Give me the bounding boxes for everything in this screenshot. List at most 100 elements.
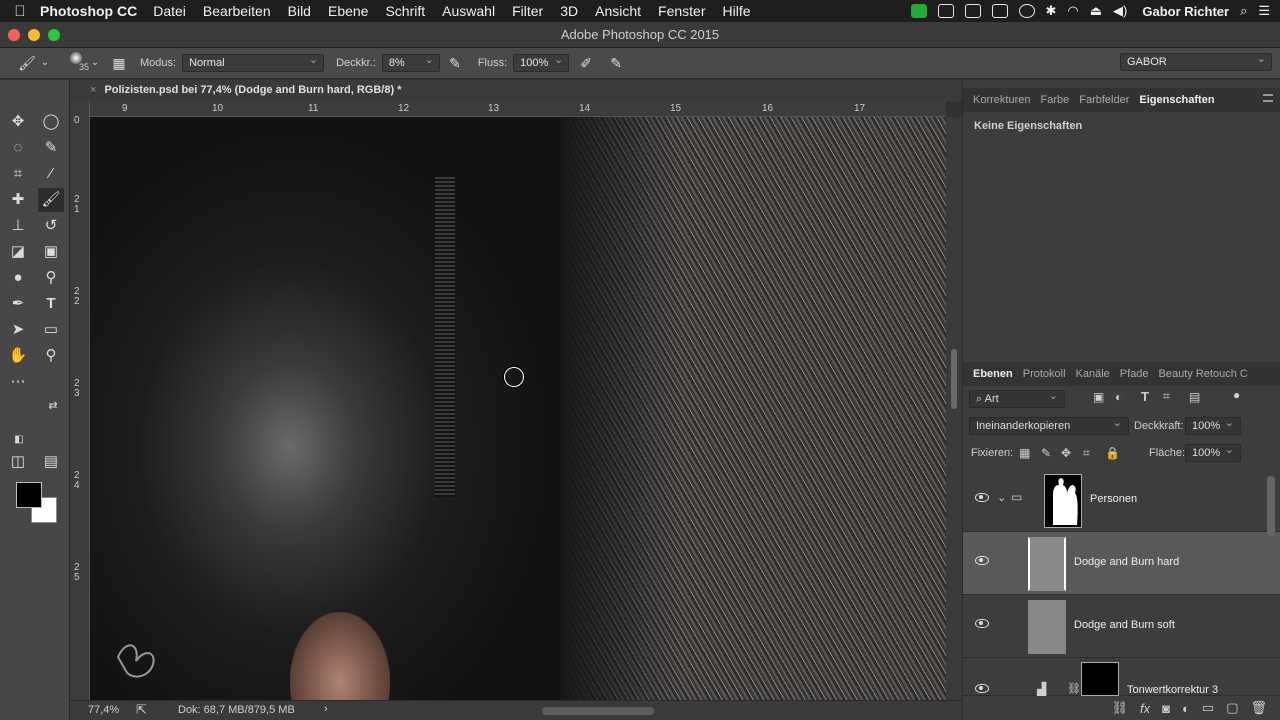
workspace-select[interactable]: GABOR (1120, 51, 1272, 71)
menu-fenster[interactable]: Fenster (658, 3, 705, 19)
rectangle-tool-icon[interactable]: ▭ (38, 318, 64, 342)
tool-preset-dropdown[interactable]: ⌄ (36, 54, 54, 72)
layer-link-icon[interactable]: ⛓ (1067, 682, 1081, 695)
tab-protokoll[interactable]: Protokoll (1018, 368, 1071, 380)
zoom-tool-icon[interactable]: ⚲ (38, 344, 64, 368)
layer-name[interactable]: Dodge and Burn soft (1074, 619, 1175, 631)
opacity-select[interactable]: 8% (381, 52, 440, 72)
horizontal-scroll-thumb[interactable] (542, 707, 654, 715)
menu-datei[interactable]: Datei (153, 3, 186, 19)
layer-thumbnail[interactable] (1028, 537, 1066, 591)
swap-colors-icon[interactable]: ⇄ (40, 394, 66, 418)
filter-smart-object-icon[interactable]: ▤ (1189, 390, 1200, 404)
group-expand-chevron-icon[interactable]: ⌄ (997, 491, 1006, 504)
filter-type-icon[interactable]: T (1141, 389, 1149, 404)
close-tab-icon[interactable]: × (90, 84, 96, 96)
more-tools-icon[interactable]: ⋯ (5, 370, 31, 394)
pressure-opacity-icon[interactable]: ✎ (446, 54, 464, 72)
stamp-tool-icon[interactable]: ⊥ (5, 214, 31, 238)
layer-style-fx-icon[interactable]: fx (1140, 701, 1150, 716)
menu-ansicht[interactable]: Ansicht (595, 3, 641, 19)
hand-tool-icon[interactable]: ✋ (5, 344, 31, 368)
time-machine-icon[interactable] (1018, 4, 1035, 18)
healing-brush-tool-icon[interactable]: ✚ (5, 188, 31, 212)
marquee-tool-icon[interactable]: ◯ (38, 110, 64, 134)
status-icon-1[interactable] (937, 4, 954, 18)
tab-ebenen[interactable]: Ebenen (968, 368, 1018, 380)
lock-position-icon[interactable]: ✥ (1061, 446, 1071, 460)
delete-layer-icon[interactable]: 🗑 (1250, 700, 1267, 716)
menu-ebene[interactable]: Ebene (328, 3, 368, 19)
panel-menu-icon[interactable] (1263, 94, 1273, 102)
filter-shape-icon[interactable]: ⌗ (1163, 389, 1170, 404)
zoom-window-button[interactable] (48, 29, 60, 41)
new-layer-icon[interactable]: ▢ (1226, 700, 1238, 716)
default-colors-icon[interactable]: ◧ (6, 428, 32, 452)
airbrush-icon[interactable]: ✐ (577, 54, 595, 72)
display-icon[interactable] (964, 4, 981, 18)
link-layers-icon[interactable]: ⛓ (1112, 700, 1129, 716)
pressure-size-icon[interactable]: ✎ (607, 54, 625, 72)
layer-row[interactable]: ⌄ ▭ Personen (963, 469, 1280, 532)
lock-artboard-icon[interactable]: ⌗ (1083, 446, 1090, 461)
history-brush-tool-icon[interactable]: ↺ (38, 214, 64, 238)
document-tab[interactable]: × Polizisten.psd bei 77,4% (Dodge and Bur… (78, 80, 401, 101)
tab-pfade[interactable]: Pfade (1115, 368, 1154, 380)
visibility-eye-icon[interactable] (975, 556, 989, 565)
menu-hilfe[interactable]: Hilfe (723, 3, 751, 19)
menu-bearbeiten[interactable]: Bearbeiten (203, 3, 271, 19)
layer-mask-thumbnail[interactable] (1081, 662, 1119, 696)
blur-tool-icon[interactable]: ● (5, 266, 31, 290)
crop-tool-icon[interactable]: ⌗ (5, 162, 31, 186)
quick-mask-icon[interactable]: ◫ (5, 450, 31, 474)
close-window-button[interactable] (8, 29, 20, 41)
layer-thumbnail[interactable] (1028, 600, 1066, 654)
layer-filter-select[interactable]: ⌕ Art (969, 388, 1065, 408)
volume-icon[interactable]: ◀) (1113, 3, 1127, 19)
layers-scroll-thumb[interactable] (1267, 476, 1275, 536)
screen-mode-icon[interactable]: ▤ (38, 450, 64, 474)
tab-kanaele[interactable]: Kanäle (1071, 368, 1115, 380)
quick-selection-tool-icon[interactable]: ✎ (38, 136, 64, 160)
battery-icon[interactable] (991, 4, 1008, 18)
new-adjustment-layer-icon[interactable]: ◐ (1182, 701, 1190, 716)
dodge-tool-icon[interactable]: ⚲ (38, 266, 64, 290)
vertical-ruler[interactable]: 0 2 1 2 2 2 3 2 4 2 5 (70, 101, 90, 700)
layer-row[interactable]: Dodge and Burn soft (963, 595, 1280, 658)
eject-icon[interactable]: ⏏ (1090, 3, 1102, 19)
apple-icon[interactable]:  (0, 3, 40, 20)
tab-beauty-retouch[interactable]: Beauty Retouch C (1154, 368, 1250, 380)
wifi-icon[interactable]: ◠ (1067, 3, 1078, 19)
gradient-tool-icon[interactable]: ▣ (38, 240, 64, 264)
brush-tool-icon[interactable]: 🖌 (18, 54, 36, 72)
tab-farbfelder[interactable]: Farbfelder (1074, 94, 1134, 106)
eraser-tool-icon[interactable]: ◪ (5, 240, 31, 264)
layer-name[interactable]: Dodge and Burn hard (1074, 556, 1179, 568)
tab-korrekturen[interactable]: Korrekturen (968, 94, 1035, 106)
app-menu[interactable]: Photoshop CC (40, 3, 137, 19)
horizontal-ruler[interactable]: 9 10 11 12 13 14 15 16 17 (90, 101, 946, 117)
user-name[interactable]: Gabor Richter (1142, 4, 1229, 19)
notification-center-icon[interactable]: ☰ (1258, 3, 1270, 19)
fill-select[interactable]: 100% (1185, 442, 1241, 462)
move-tool-icon[interactable]: ✥ (5, 110, 31, 134)
layer-name[interactable]: Personen (1090, 493, 1137, 505)
document-size[interactable]: Dok: 68,7 MB/879,5 MB (178, 704, 295, 716)
minimize-window-button[interactable] (28, 29, 40, 41)
menu-schrift[interactable]: Schrift (385, 3, 425, 19)
type-tool-icon[interactable]: T (38, 292, 64, 316)
menu-bild[interactable]: Bild (288, 3, 311, 19)
layer-row[interactable]: ▟ ⛓ Tonwertkorrektur 3 (963, 658, 1280, 696)
visibility-eye-icon[interactable] (975, 493, 989, 502)
add-mask-icon[interactable]: ◙ (1162, 701, 1170, 716)
menu-auswahl[interactable]: Auswahl (442, 3, 495, 19)
foreground-color-swatch[interactable] (16, 482, 42, 508)
layer-row-selected[interactable]: Dodge and Burn hard (963, 532, 1280, 595)
status-app-icon[interactable] (910, 4, 927, 18)
filter-pixel-icon[interactable]: ▣ (1093, 390, 1104, 404)
layer-opacity-select[interactable]: 100% (1185, 415, 1241, 435)
vertical-scrollbar[interactable] (946, 117, 962, 700)
filter-adjustment-icon[interactable]: ◐ (1115, 390, 1122, 404)
blend-mode-select[interactable]: Ineinanderkopieren (969, 415, 1129, 435)
visibility-eye-icon[interactable] (975, 684, 989, 693)
